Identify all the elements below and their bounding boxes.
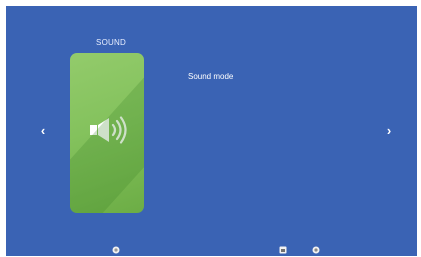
category-title: SOUND: [96, 38, 126, 47]
chevron-left-icon[interactable]: ‹: [36, 123, 50, 139]
sound-mode-option[interactable]: Sound mode: [188, 72, 233, 81]
speaker-volume-icon: [90, 116, 127, 144]
chevron-right-icon[interactable]: ›: [382, 123, 396, 139]
square-button-icon[interactable]: [279, 246, 287, 254]
circle-button-icon[interactable]: [312, 246, 320, 254]
tv-menu-screen: SOUND Sound mode ‹ ›: [6, 6, 417, 256]
sound-category-card[interactable]: [70, 53, 144, 213]
circle-button-icon[interactable]: [112, 246, 120, 254]
